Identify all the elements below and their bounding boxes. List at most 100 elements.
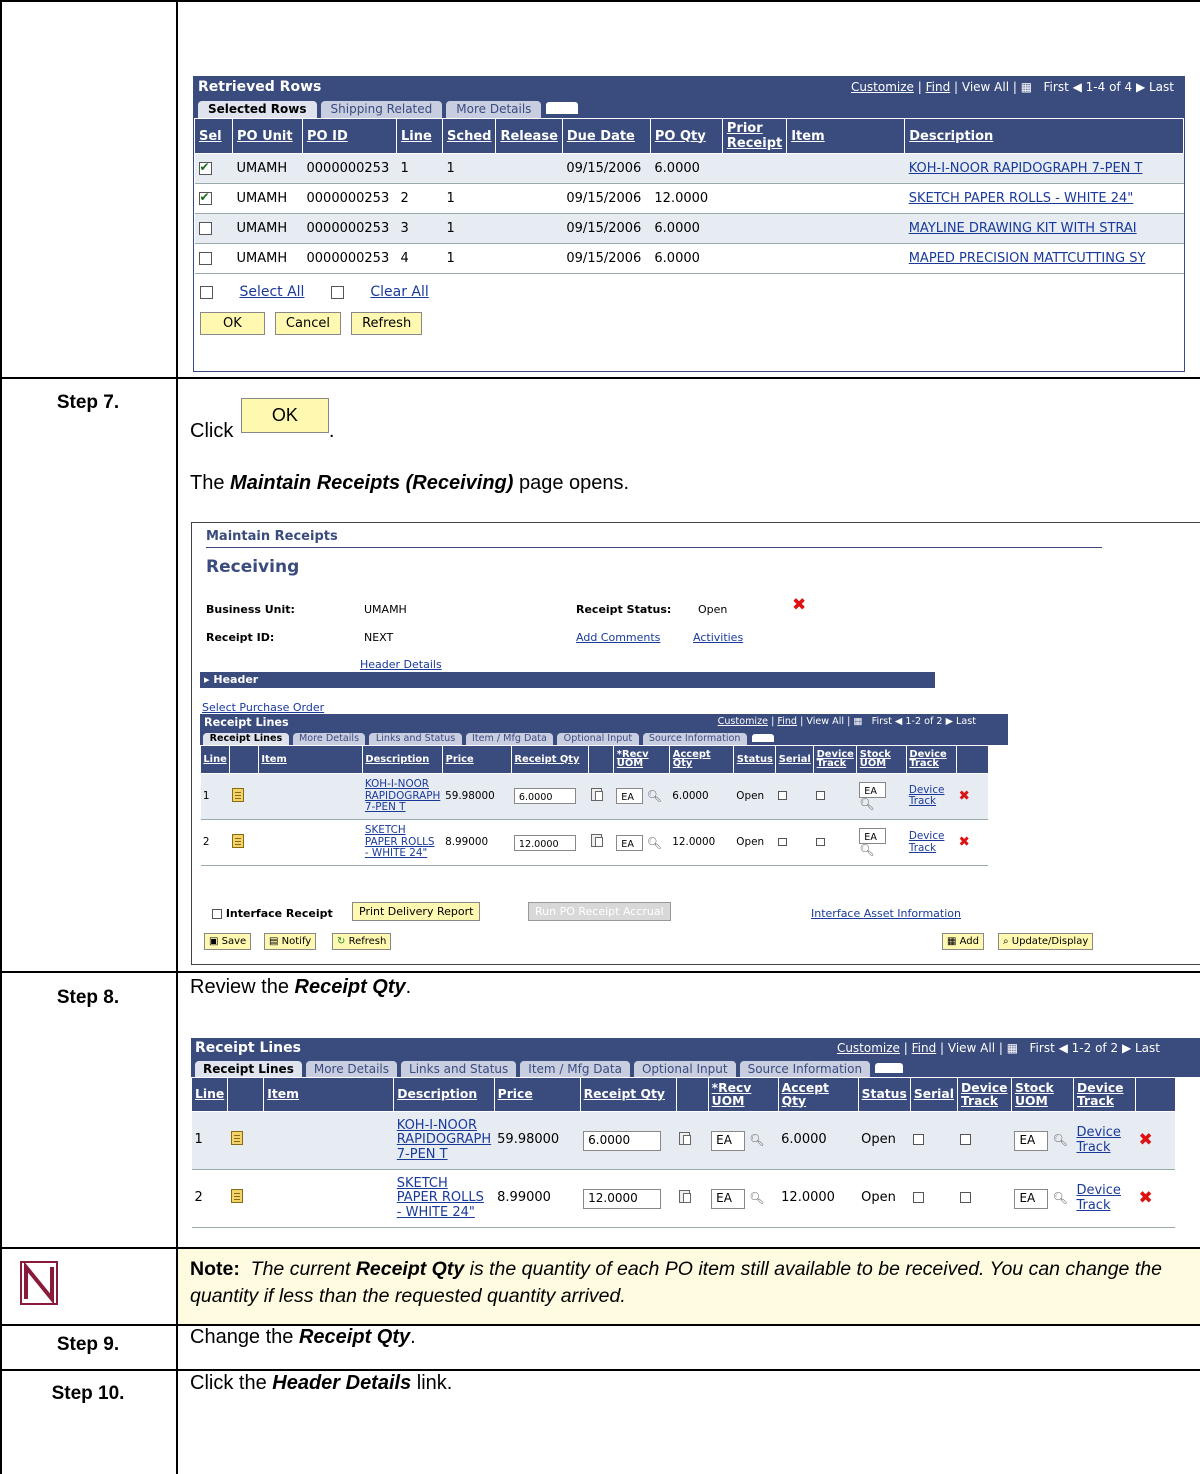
- col-receipt-qty[interactable]: Receipt Qty: [511, 745, 589, 774]
- col-stock-uom[interactable]: Stock UOM: [1010, 1077, 1074, 1112]
- grid-icon[interactable]: ▦: [1007, 1041, 1018, 1055]
- select-all-icon[interactable]: [200, 285, 213, 299]
- view-all-link[interactable]: View All: [948, 1041, 995, 1055]
- grid-icon[interactable]: ▦: [1021, 80, 1032, 94]
- find-link[interactable]: Find: [926, 80, 951, 94]
- update-display-button[interactable]: ⌕ Update/Display: [998, 933, 1094, 950]
- col-line[interactable]: Line: [396, 118, 443, 154]
- copy-icon-cell[interactable]: [588, 819, 614, 867]
- sel-cell[interactable]: [194, 213, 233, 244]
- tab-shipping-related[interactable]: Shipping Related: [320, 101, 443, 118]
- next-arrow-icon[interactable]: ▶: [1136, 80, 1145, 94]
- tab-more-details[interactable]: More Details: [305, 1061, 398, 1077]
- add-button[interactable]: ▦ Add: [942, 933, 985, 950]
- description-link[interactable]: KOH-I-NOOR RAPIDOGRAPH 7-PEN T: [393, 1111, 495, 1170]
- cancel-button[interactable]: Cancel: [274, 312, 341, 335]
- view-all-link[interactable]: View All: [806, 716, 844, 727]
- distribution-icon-cell[interactable]: [227, 1111, 264, 1170]
- col-recv-uom[interactable]: *Recv UOM: [613, 745, 671, 774]
- col-description[interactable]: Description: [393, 1077, 495, 1112]
- col-po-unit[interactable]: PO Unit: [232, 118, 303, 154]
- save-button[interactable]: ▣ Save: [204, 933, 252, 950]
- collapse-arrow-icon[interactable]: ▸: [204, 673, 210, 686]
- stock-uom-input[interactable]: EA: [859, 781, 887, 798]
- col-receipt-qty[interactable]: Receipt Qty: [579, 1077, 677, 1112]
- tab-receipt-lines[interactable]: Receipt Lines: [195, 1061, 302, 1077]
- tab-source-information[interactable]: Source Information: [642, 732, 747, 746]
- copy-icon[interactable]: [679, 1189, 692, 1203]
- delete-icon[interactable]: ✖: [792, 595, 806, 615]
- stock-uom-input[interactable]: EA: [1014, 1130, 1049, 1151]
- lookup-icon[interactable]: 🔍︎: [647, 789, 662, 803]
- col-sel[interactable]: Sel: [194, 118, 233, 154]
- recv-uom-input[interactable]: EA: [711, 1130, 746, 1151]
- tab-more-details[interactable]: More Details: [446, 101, 542, 118]
- prev-arrow-icon[interactable]: ◀: [895, 716, 902, 727]
- header-section-bar[interactable]: ▸ Header: [200, 672, 935, 688]
- device-track-link[interactable]: Device Track: [906, 819, 957, 867]
- show-all-columns-icon[interactable]: [545, 100, 580, 115]
- customize-link[interactable]: Customize: [851, 80, 914, 94]
- activities-link[interactable]: Activities: [693, 631, 743, 644]
- col-price[interactable]: Price: [493, 1077, 581, 1112]
- description-link[interactable]: SKETCH PAPER ROLLS - WHITE 24": [362, 819, 443, 867]
- copy-icon[interactable]: [590, 788, 603, 802]
- col-status[interactable]: Status: [733, 745, 777, 774]
- tab-links-and-status[interactable]: Links and Status: [369, 732, 462, 746]
- device-track-checkbox[interactable]: [816, 837, 825, 847]
- find-link[interactable]: Find: [912, 1041, 937, 1055]
- col-sched[interactable]: Sched: [441, 118, 497, 154]
- col-item[interactable]: Item: [257, 745, 363, 774]
- last-label[interactable]: Last: [1149, 80, 1174, 94]
- col-accept-qty[interactable]: Accept Qty: [669, 745, 735, 774]
- row-select-checkbox[interactable]: [198, 222, 212, 235]
- serial-checkbox[interactable]: [778, 837, 787, 847]
- copy-icon-cell[interactable]: [676, 1111, 709, 1170]
- device-track-checkbox[interactable]: [960, 1192, 972, 1204]
- receipt-qty-input[interactable]: 6.0000: [583, 1130, 662, 1151]
- col-stock-uom[interactable]: Stock UOM: [856, 745, 907, 774]
- col-serial[interactable]: Serial: [775, 745, 815, 774]
- copy-icon-cell[interactable]: [676, 1169, 709, 1228]
- col-device-track-link[interactable]: Device Track: [906, 745, 957, 774]
- delete-cell[interactable]: ✖: [1135, 1111, 1176, 1170]
- col-description[interactable]: Description: [361, 745, 444, 774]
- col-po-id[interactable]: PO ID: [302, 118, 397, 154]
- prev-arrow-icon[interactable]: ◀: [1059, 1041, 1068, 1055]
- col-prior-receipt[interactable]: Prior Receipt: [721, 118, 788, 154]
- clear-all-link[interactable]: Clear All: [370, 284, 428, 300]
- lookup-icon[interactable]: 🔍︎: [647, 836, 662, 850]
- device-track-link[interactable]: Device Track: [1073, 1111, 1136, 1170]
- sel-cell[interactable]: [194, 243, 233, 274]
- tab-selected-rows[interactable]: Selected Rows: [198, 101, 317, 118]
- select-po-link[interactable]: Select Purchase Order: [202, 701, 324, 714]
- distribution-icon[interactable]: [232, 787, 245, 802]
- col-accept-qty[interactable]: Accept Qty: [777, 1077, 859, 1112]
- lookup-icon[interactable]: 🔍︎: [859, 797, 874, 811]
- col-item[interactable]: Item: [263, 1077, 395, 1112]
- delete-row-icon[interactable]: ✖: [958, 834, 969, 850]
- description-link[interactable]: KOH-I-NOOR RAPIDOGRAPH 7-PEN T: [904, 153, 1184, 184]
- distribution-icon[interactable]: [230, 1189, 243, 1204]
- print-delivery-button[interactable]: Print Delivery Report: [352, 902, 481, 921]
- stock-uom-input[interactable]: EA: [859, 827, 887, 844]
- show-all-columns-icon[interactable]: [874, 1061, 905, 1074]
- first-label[interactable]: First: [1030, 1041, 1055, 1055]
- copy-icon-cell[interactable]: [588, 773, 614, 820]
- col-line[interactable]: Line: [190, 1077, 229, 1112]
- col-device-track[interactable]: Device Track: [956, 1077, 1012, 1112]
- header-details-link[interactable]: Header Details: [360, 658, 442, 671]
- interface-receipt-checkbox[interactable]: [212, 909, 222, 919]
- distribution-icon[interactable]: [232, 833, 245, 848]
- select-all-link[interactable]: Select All: [239, 284, 304, 300]
- find-link[interactable]: Find: [777, 716, 797, 727]
- row-select-checkbox[interactable]: [198, 252, 212, 265]
- description-link[interactable]: KOH-I-NOOR RAPIDOGRAPH 7-PEN T: [362, 773, 443, 820]
- tab-more-details[interactable]: More Details: [292, 732, 366, 746]
- serial-checkbox[interactable]: [913, 1192, 925, 1204]
- col-line[interactable]: Line: [199, 745, 231, 774]
- distribution-icon-cell[interactable]: [229, 773, 259, 820]
- grid-icon[interactable]: ▦: [853, 716, 862, 727]
- next-arrow-icon[interactable]: ▶: [1122, 1041, 1131, 1055]
- distribution-icon-cell[interactable]: [229, 819, 259, 867]
